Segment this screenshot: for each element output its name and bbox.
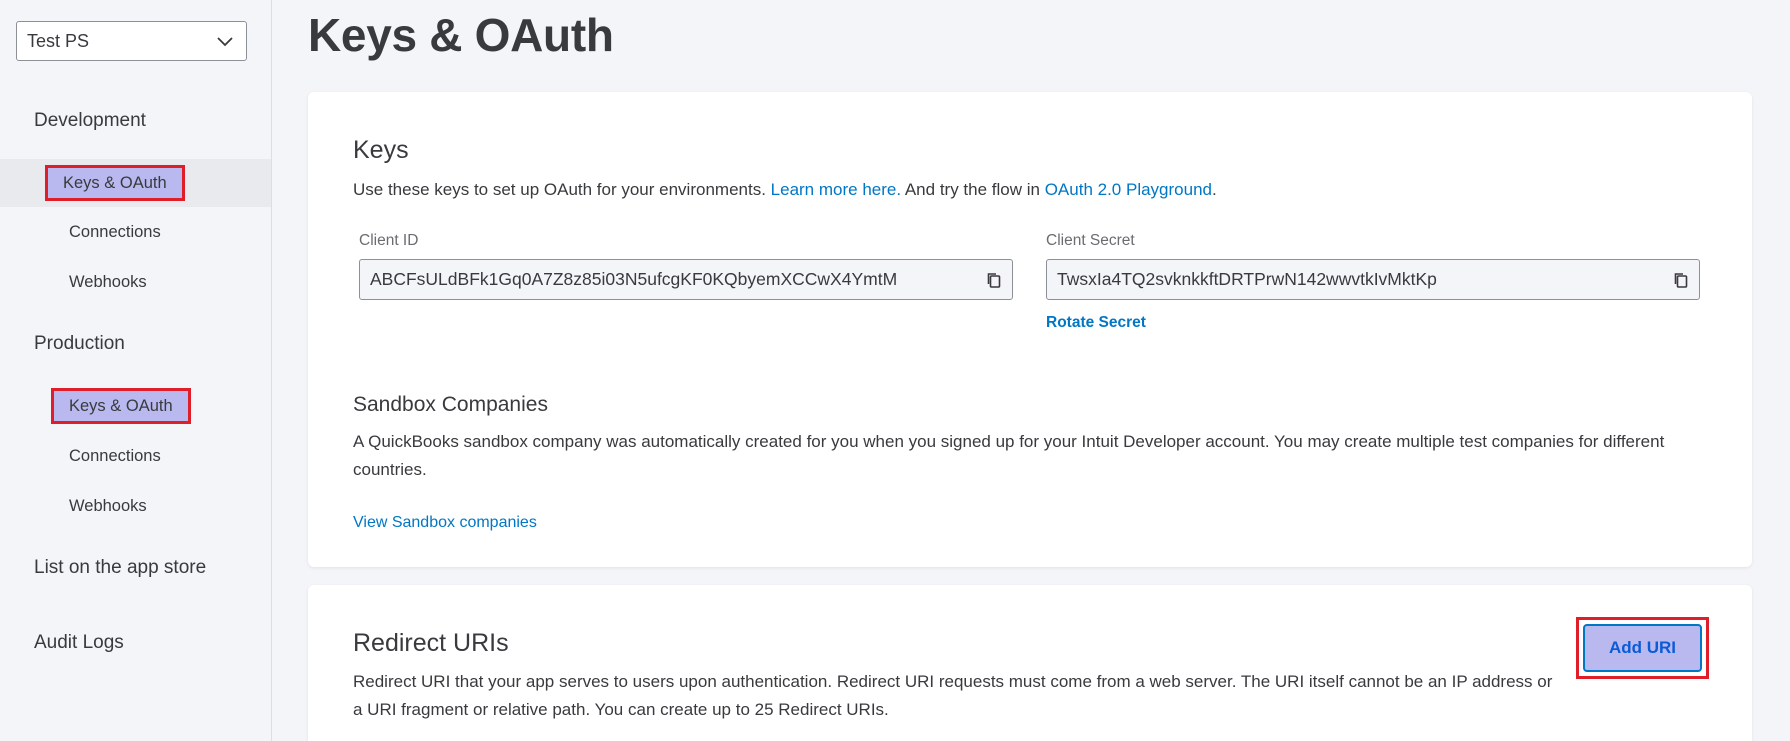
keys-description: Use these keys to set up OAuth for your …	[353, 176, 1217, 204]
nav-section-development: Development	[34, 110, 146, 131]
sidebar-item-label: Keys & OAuth	[45, 165, 185, 201]
redirect-uris-heading: Redirect URIs	[353, 629, 509, 657]
page-title: Keys & OAuth	[308, 9, 614, 61]
client-secret-label: Client Secret	[1046, 232, 1135, 249]
keys-card: Keys Use these keys to set up OAuth for …	[308, 92, 1752, 567]
add-uri-highlight: Add URI	[1576, 617, 1709, 679]
nav-section-production: Production	[34, 333, 125, 354]
redirect-uris-card: Redirect URIs Redirect URI that your app…	[308, 585, 1752, 741]
keys-desc-prefix: Use these keys to set up OAuth for your …	[353, 180, 771, 199]
sidebar-item-list-app-store[interactable]: List on the app store	[34, 557, 206, 579]
client-id-label: Client ID	[359, 232, 419, 249]
sidebar-item-label: Webhooks	[69, 272, 147, 291]
sidebar-item-label: Webhooks	[69, 496, 147, 515]
oauth-playground-link[interactable]: OAuth 2.0 Playground	[1045, 180, 1212, 199]
sidebar-item-label: Connections	[69, 446, 161, 465]
client-secret-value: TwsxIa4TQ2svknkkftDRTPrwN142wwvtkIvMktKp	[1057, 269, 1437, 289]
client-id-field[interactable]: ABCFsULdBFk1Gq0A7Z8z85i03N5ufcgKF0KQbyem…	[359, 259, 1013, 300]
add-uri-button[interactable]: Add URI	[1583, 624, 1702, 672]
sandbox-heading: Sandbox Companies	[353, 393, 548, 416]
sidebar-item-dev-keys-oauth[interactable]: Keys & OAuth	[0, 159, 271, 207]
client-secret-field[interactable]: TwsxIa4TQ2svknkkftDRTPrwN142wwvtkIvMktKp	[1046, 259, 1700, 300]
sidebar-item-prod-webhooks[interactable]: Webhooks	[0, 482, 271, 530]
copy-icon[interactable]	[1672, 271, 1690, 289]
sidebar-item-dev-webhooks[interactable]: Webhooks	[0, 258, 271, 306]
sidebar-item-label: Keys & OAuth	[51, 388, 191, 424]
keys-heading: Keys	[353, 136, 409, 164]
sidebar-item-audit-logs[interactable]: Audit Logs	[34, 632, 124, 654]
chevron-down-icon	[217, 37, 233, 47]
sidebar-item-label: Connections	[69, 222, 161, 241]
rotate-secret-link[interactable]: Rotate Secret	[1046, 314, 1146, 332]
sidebar: Test PS Development Keys & OAuth Connect…	[0, 0, 272, 741]
keys-desc-suffix: .	[1211, 180, 1217, 199]
app-select-dropdown[interactable]: Test PS	[16, 21, 247, 61]
keys-desc-middle: And try the flow in	[901, 180, 1045, 199]
sidebar-item-prod-keys-oauth[interactable]: Keys & OAuth	[0, 382, 271, 430]
sandbox-description: A QuickBooks sandbox company was automat…	[353, 432, 1665, 479]
sidebar-item-dev-connections[interactable]: Connections	[0, 208, 271, 256]
view-sandbox-companies-link[interactable]: View Sandbox companies	[353, 509, 537, 537]
app-select-value: Test PS	[27, 30, 90, 51]
copy-icon[interactable]	[985, 271, 1003, 289]
sidebar-item-prod-connections[interactable]: Connections	[0, 432, 271, 480]
learn-more-link[interactable]: Learn more here.	[771, 180, 901, 199]
client-id-value: ABCFsULdBFk1Gq0A7Z8z85i03N5ufcgKF0KQbyem…	[370, 269, 898, 289]
redirect-uris-description: Redirect URI that your app serves to use…	[353, 672, 1553, 719]
